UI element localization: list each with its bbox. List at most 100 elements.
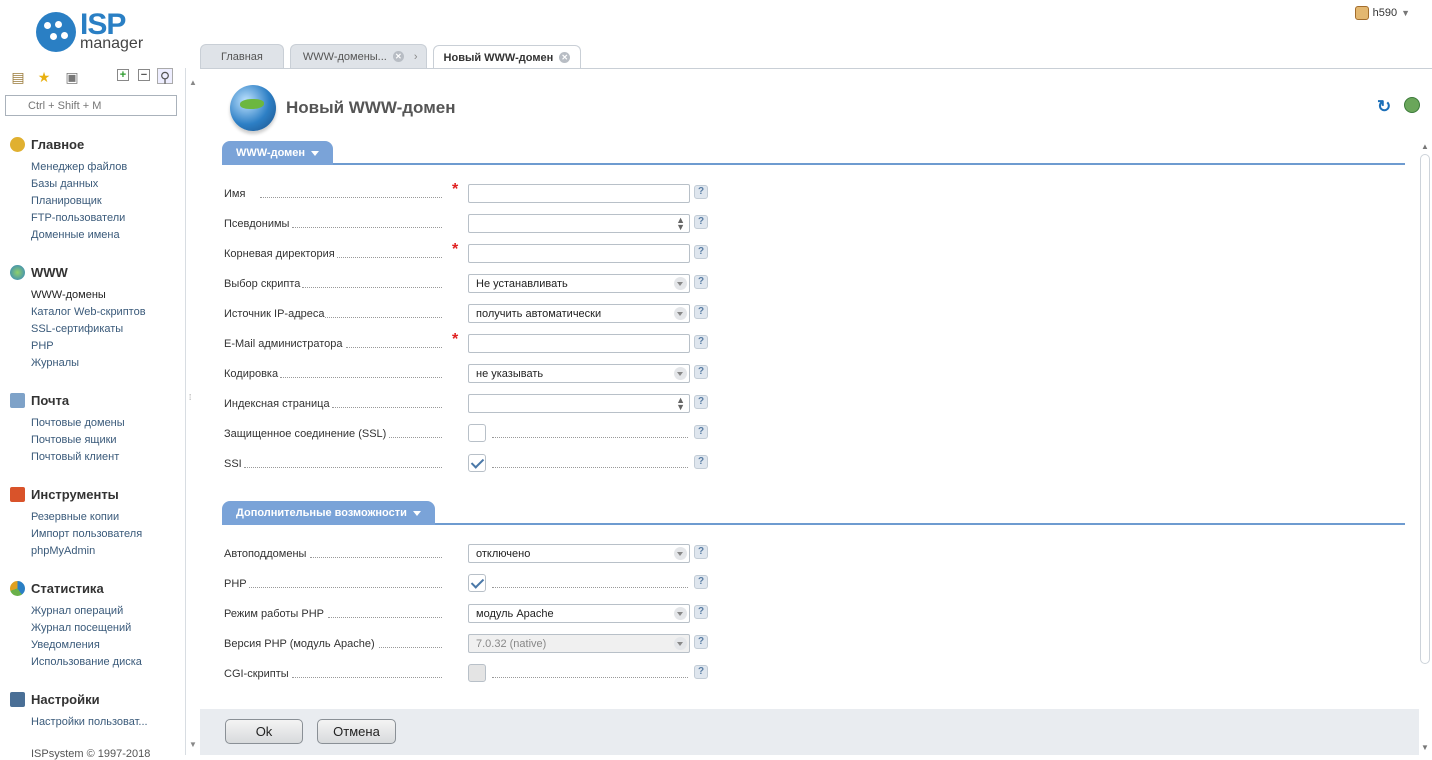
close-icon[interactable]: ✕ bbox=[559, 52, 571, 63]
help-icon[interactable]: ? bbox=[694, 575, 708, 589]
help-icon[interactable]: ? bbox=[694, 395, 708, 409]
scroll-down-icon[interactable]: ▼ bbox=[1421, 743, 1429, 752]
menu-item-databases[interactable]: Базы данных bbox=[0, 176, 185, 193]
tab-home[interactable]: Главная bbox=[200, 44, 284, 68]
help-icon[interactable]: ? bbox=[694, 635, 708, 649]
ssl-checkbox[interactable] bbox=[468, 424, 486, 442]
menu-item-domain-names[interactable]: Доменные имена bbox=[0, 227, 185, 244]
resize-icon[interactable]: ▲ ▼ bbox=[676, 216, 685, 232]
chevron-down-icon: ▼ bbox=[1401, 8, 1410, 18]
menu-item-visits-log[interactable]: Журнал посещений bbox=[0, 620, 185, 637]
help-icon[interactable]: ? bbox=[694, 185, 708, 199]
admin-email-input[interactable] bbox=[468, 334, 690, 353]
sidebar-splitter[interactable]: ▲ ⁞ ▼ bbox=[186, 68, 200, 755]
menu-item-scheduler[interactable]: Планировщик bbox=[0, 193, 185, 210]
tab-new-www-domain[interactable]: Новый WWW-домен ✕ bbox=[432, 45, 582, 69]
index-page-textarea[interactable]: ▲ ▼ bbox=[468, 394, 690, 413]
menu-item-phpmyadmin[interactable]: phpMyAdmin bbox=[0, 543, 185, 560]
help-icon[interactable]: ? bbox=[694, 605, 708, 619]
menu-item-mail-domains[interactable]: Почтовые домены bbox=[0, 415, 185, 432]
help-icon[interactable]: ? bbox=[694, 275, 708, 289]
scrollbar-thumb[interactable] bbox=[1420, 154, 1430, 664]
menu-item-backups[interactable]: Резервные копии bbox=[0, 509, 185, 526]
scroll-up-icon[interactable]: ▲ bbox=[1421, 142, 1429, 151]
menu-group-header[interactable]: Главное bbox=[0, 135, 185, 153]
menu-item-file-manager[interactable]: Менеджер файлов bbox=[0, 159, 185, 176]
user-icon bbox=[1354, 6, 1369, 20]
clipboard-icon[interactable]: ▣ bbox=[64, 69, 80, 85]
menu-item-operations-log[interactable]: Журнал операций bbox=[0, 603, 185, 620]
scroll-up-icon[interactable]: ▲ bbox=[189, 78, 197, 87]
header: ISP manager h590 ▼ Главная WWW-домены...… bbox=[0, 0, 1432, 69]
star-icon[interactable]: ★ bbox=[36, 69, 52, 85]
help-icon[interactable]: ? bbox=[694, 335, 708, 349]
help-globe-icon[interactable] bbox=[1404, 97, 1420, 113]
sidebar-toolbar: ▤ ★ ▣ + − ⚲ bbox=[6, 68, 178, 88]
menu-search-input[interactable] bbox=[5, 95, 177, 116]
aliases-textarea[interactable]: ▲ ▼ bbox=[468, 214, 690, 233]
menu-group-main: Главное Менеджер файлов Базы данных План… bbox=[0, 135, 185, 244]
name-input[interactable] bbox=[468, 184, 690, 203]
section-toggle[interactable]: Дополнительные возможности bbox=[222, 501, 435, 525]
copyright: ISPsystem © 1997-2018 bbox=[31, 748, 151, 760]
menu-item-import-user[interactable]: Импорт пользователя bbox=[0, 526, 185, 543]
field-autosubdomains: Автоподдомены отключено ? bbox=[224, 541, 914, 563]
ispmanager-logo[interactable]: ISP manager bbox=[36, 8, 156, 56]
root-dir-input[interactable] bbox=[468, 244, 690, 263]
menu-item-mailboxes[interactable]: Почтовые ящики bbox=[0, 432, 185, 449]
menu-item-disk-usage[interactable]: Использование диска bbox=[0, 654, 185, 671]
menu-item-logs[interactable]: Журналы bbox=[0, 355, 185, 372]
pin-icon[interactable]: ⚲ bbox=[157, 68, 173, 85]
charset-select[interactable]: не указывать bbox=[468, 364, 690, 383]
script-select[interactable]: Не устанавливать bbox=[468, 274, 690, 293]
help-icon[interactable]: ? bbox=[694, 215, 708, 229]
section-extra-features: Дополнительные возможности bbox=[222, 501, 1405, 525]
refresh-icon[interactable]: ↻ bbox=[1377, 97, 1391, 117]
help-icon[interactable]: ? bbox=[694, 425, 708, 439]
tree-icon[interactable]: ▤ bbox=[10, 69, 26, 85]
chevron-down-icon bbox=[674, 367, 687, 380]
menu-item-php[interactable]: PHP bbox=[0, 338, 185, 355]
expand-all-icon[interactable]: + bbox=[117, 69, 129, 81]
close-icon[interactable]: ✕ bbox=[392, 51, 404, 62]
tools-icon bbox=[10, 486, 25, 502]
ssi-checkbox[interactable] bbox=[468, 454, 486, 472]
help-icon[interactable]: ? bbox=[694, 245, 708, 259]
menu-item-ssl-certificates[interactable]: SSL-сертификаты bbox=[0, 321, 185, 338]
menu-item-web-scripts[interactable]: Каталог Web-скриптов bbox=[0, 304, 185, 321]
form-scrollbar[interactable]: ▲ ▼ bbox=[1419, 140, 1431, 755]
ok-button[interactable]: Ok bbox=[225, 719, 303, 744]
menu-item-www-domains[interactable]: WWW-домены bbox=[0, 287, 185, 304]
menu-group-header[interactable]: WWW bbox=[0, 263, 185, 281]
resize-icon[interactable]: ▲ ▼ bbox=[676, 396, 685, 412]
tab-label: Главная bbox=[221, 50, 263, 63]
ip-source-select[interactable]: получить автоматически bbox=[468, 304, 690, 323]
menu-item-mail-client[interactable]: Почтовый клиент bbox=[0, 449, 185, 466]
scroll-down-icon[interactable]: ▼ bbox=[189, 740, 197, 749]
cancel-button[interactable]: Отмена bbox=[317, 719, 396, 744]
menu-group-title: Инструменты bbox=[31, 486, 119, 502]
select-value: отключено bbox=[476, 548, 531, 560]
cgi-checkbox[interactable] bbox=[468, 664, 486, 682]
select-value: 7.0.32 (native) bbox=[476, 638, 547, 650]
menu-item-user-settings[interactable]: Настройки пользоват... bbox=[0, 714, 185, 731]
autosubdomains-select[interactable]: отключено bbox=[468, 544, 690, 563]
menu-group-header[interactable]: Настройки bbox=[0, 690, 185, 708]
collapse-all-icon[interactable]: − bbox=[138, 69, 150, 81]
section-toggle[interactable]: WWW-домен bbox=[222, 141, 334, 165]
menu-item-ftp-users[interactable]: FTP-пользователи bbox=[0, 210, 185, 227]
help-icon[interactable]: ? bbox=[694, 545, 708, 559]
menu-group-header[interactable]: Почта bbox=[0, 391, 185, 409]
tab-www-domains[interactable]: WWW-домены... ✕ › bbox=[289, 44, 427, 68]
help-icon[interactable]: ? bbox=[694, 305, 708, 319]
user-menu[interactable]: h590 ▼ bbox=[1354, 6, 1410, 20]
menu-group-header[interactable]: Инструменты bbox=[0, 485, 185, 503]
menu-group-header[interactable]: Статистика bbox=[0, 579, 185, 597]
help-icon[interactable]: ? bbox=[694, 455, 708, 469]
php-checkbox[interactable] bbox=[468, 574, 486, 592]
php-version-select[interactable]: 7.0.32 (native) bbox=[468, 634, 690, 653]
help-icon[interactable]: ? bbox=[694, 665, 708, 679]
help-icon[interactable]: ? bbox=[694, 365, 708, 379]
menu-item-notifications[interactable]: Уведомления bbox=[0, 637, 185, 654]
php-mode-select[interactable]: модуль Apache bbox=[468, 604, 690, 623]
